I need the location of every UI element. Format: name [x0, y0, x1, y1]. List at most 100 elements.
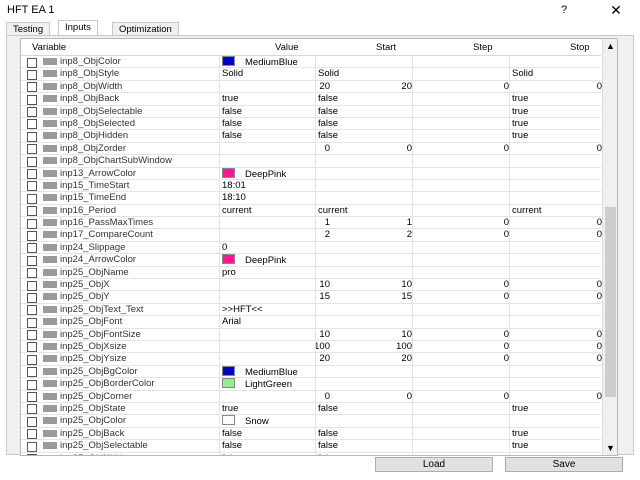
stop-cell[interactable]: 0 [509, 328, 604, 340]
start-cell[interactable]: 15 [315, 291, 416, 303]
start-cell[interactable] [315, 192, 414, 204]
optimize-checkbox[interactable] [27, 429, 37, 440]
stop-cell[interactable] [509, 303, 604, 316]
optimize-checkbox[interactable] [27, 404, 37, 415]
table-row[interactable]: inp25_ObjBack false false true [21, 427, 604, 441]
optimize-checkbox[interactable] [27, 69, 37, 80]
vertical-scrollbar[interactable]: ▲ ▼ [602, 39, 617, 455]
table-row[interactable]: inp15_TimeStart 18:01 [21, 179, 604, 193]
optimize-checkbox[interactable] [27, 255, 37, 266]
close-button[interactable]: ✕ [604, 0, 628, 20]
optimize-checkbox[interactable] [27, 144, 37, 155]
tab-inputs[interactable]: Inputs [58, 20, 98, 36]
stop-cell[interactable]: true [509, 440, 604, 452]
start-cell[interactable]: false [315, 427, 414, 440]
stop-cell[interactable]: 0 [509, 291, 604, 303]
table-row[interactable]: inp25_ObjXsize 100 100 0 0 [21, 340, 602, 354]
table-row[interactable]: inp8_ObjChartSubWindow [21, 155, 601, 168]
table-row[interactable]: inp25_ObjYsize 20 20 0 0 [21, 353, 604, 366]
optimize-checkbox[interactable] [27, 280, 37, 291]
stop-cell[interactable]: 0 [509, 353, 604, 365]
step-cell[interactable]: 0 [412, 328, 513, 340]
tab-testing[interactable]: Testing [6, 22, 51, 36]
header-stop[interactable]: Stop [570, 42, 590, 53]
start-cell[interactable]: false [315, 402, 414, 415]
help-button[interactable]: ? [552, 0, 576, 20]
optimize-checkbox[interactable] [27, 305, 37, 316]
step-cell[interactable] [412, 155, 513, 167]
start-cell[interactable] [315, 316, 414, 328]
optimize-checkbox[interactable] [27, 156, 37, 167]
optimize-checkbox[interactable] [27, 181, 37, 192]
table-row[interactable]: inp25_ObjBgColor MediumBlue [21, 365, 601, 379]
step-cell[interactable] [412, 316, 513, 328]
optimize-checkbox[interactable] [27, 169, 37, 180]
optimize-checkbox[interactable] [27, 243, 37, 254]
step-cell[interactable] [412, 402, 513, 415]
start-cell[interactable] [315, 254, 414, 266]
step-cell[interactable]: 0 [412, 353, 513, 365]
start-cell[interactable]: false [315, 105, 414, 117]
optimize-checkbox[interactable] [27, 268, 37, 279]
stop-cell[interactable] [509, 192, 604, 204]
stop-cell[interactable]: true [509, 105, 604, 117]
table-row[interactable]: inp8_ObjWidth 20 20 0 0 [21, 80, 602, 94]
optimize-checkbox[interactable] [27, 454, 37, 455]
stop-cell[interactable] [509, 179, 604, 192]
optimize-checkbox[interactable] [27, 416, 37, 427]
optimize-checkbox[interactable] [27, 342, 37, 353]
stop-cell[interactable]: true [509, 117, 604, 130]
optimize-checkbox[interactable] [27, 119, 37, 130]
stop-cell[interactable] [509, 316, 604, 328]
start-cell[interactable]: 0 [315, 390, 416, 402]
stop-cell[interactable]: true [509, 452, 604, 455]
stop-cell[interactable] [509, 241, 604, 254]
save-button[interactable]: Save [505, 457, 623, 472]
step-cell[interactable]: 0 [412, 80, 513, 93]
table-row[interactable]: inp17_CompareCount 2 2 0 0 [21, 229, 604, 242]
start-cell[interactable]: 100 [315, 340, 416, 353]
optimize-checkbox[interactable] [27, 107, 37, 118]
start-cell[interactable]: false [315, 93, 414, 105]
step-cell[interactable] [412, 266, 513, 279]
table-row[interactable]: inp8_ObjSelected false false true [21, 117, 604, 131]
table-row[interactable]: inp25_ObjState true false true [21, 402, 601, 416]
table-row[interactable]: inp25_ObjName pro [21, 266, 601, 280]
table-row[interactable]: inp8_ObjHidden false false true [21, 130, 601, 143]
load-button[interactable]: Load [375, 457, 493, 472]
optimize-checkbox[interactable] [27, 354, 37, 365]
table-row[interactable]: inp25_ObjHiddenfalsefalsetrue [21, 452, 604, 455]
optimize-checkbox[interactable] [27, 379, 37, 390]
stop-cell[interactable]: 0 [509, 229, 604, 241]
table-row[interactable]: inp8_ObjZorder 0 0 0 0 [21, 142, 602, 156]
table-row[interactable]: inp25_ObjSelectable false false true [21, 440, 604, 453]
stop-cell[interactable] [509, 167, 604, 179]
step-cell[interactable] [412, 105, 513, 117]
step-cell[interactable] [412, 117, 513, 130]
header-variable[interactable]: Variable [32, 42, 66, 53]
optimize-checkbox[interactable] [27, 82, 37, 93]
start-cell[interactable] [315, 167, 414, 179]
stop-cell[interactable]: true [509, 93, 604, 105]
optimize-checkbox[interactable] [27, 441, 37, 452]
step-cell[interactable] [412, 365, 513, 378]
step-cell[interactable] [412, 167, 513, 179]
stop-cell[interactable] [509, 254, 604, 266]
start-cell[interactable] [315, 155, 414, 167]
start-cell[interactable]: current [315, 204, 414, 217]
step-cell[interactable] [412, 93, 513, 105]
start-cell[interactable] [315, 415, 414, 427]
start-cell[interactable] [315, 266, 414, 279]
table-row[interactable]: inp16_Period current current current [21, 204, 601, 218]
optimize-checkbox[interactable] [27, 230, 37, 241]
optimize-checkbox[interactable] [27, 218, 37, 229]
step-cell[interactable]: 0 [412, 390, 513, 402]
optimize-checkbox[interactable] [27, 206, 37, 217]
table-row[interactable]: inp8_ObjSelectable false false true [21, 105, 604, 118]
optimize-checkbox[interactable] [27, 94, 37, 105]
table-row[interactable]: inp25_ObjY 15 15 0 0 [21, 291, 604, 304]
stop-cell[interactable]: true [509, 427, 604, 440]
step-cell[interactable] [412, 254, 513, 266]
start-cell[interactable] [315, 365, 414, 378]
step-cell[interactable] [412, 427, 513, 440]
